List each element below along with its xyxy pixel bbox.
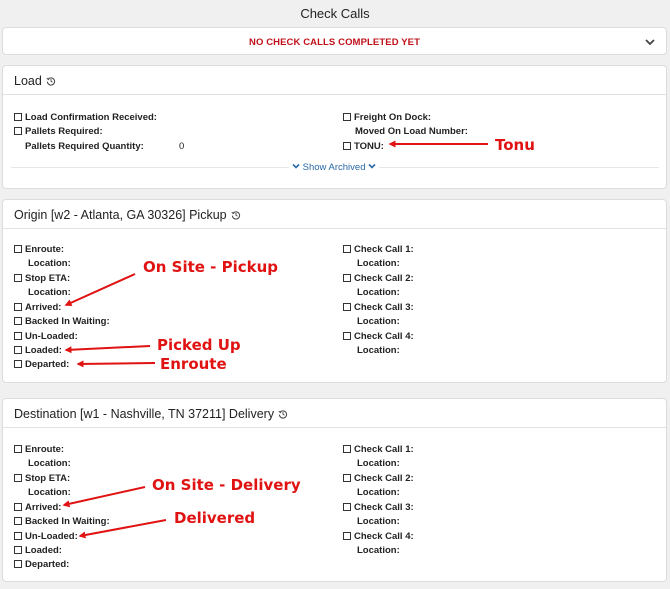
annotation-arrow <box>62 486 146 508</box>
annotation-arrow <box>64 273 136 306</box>
annotation-arrow <box>78 519 167 539</box>
annotation-arrow <box>64 345 151 354</box>
annotation-arrow <box>76 360 156 368</box>
annotation-arrows <box>62 140 488 539</box>
